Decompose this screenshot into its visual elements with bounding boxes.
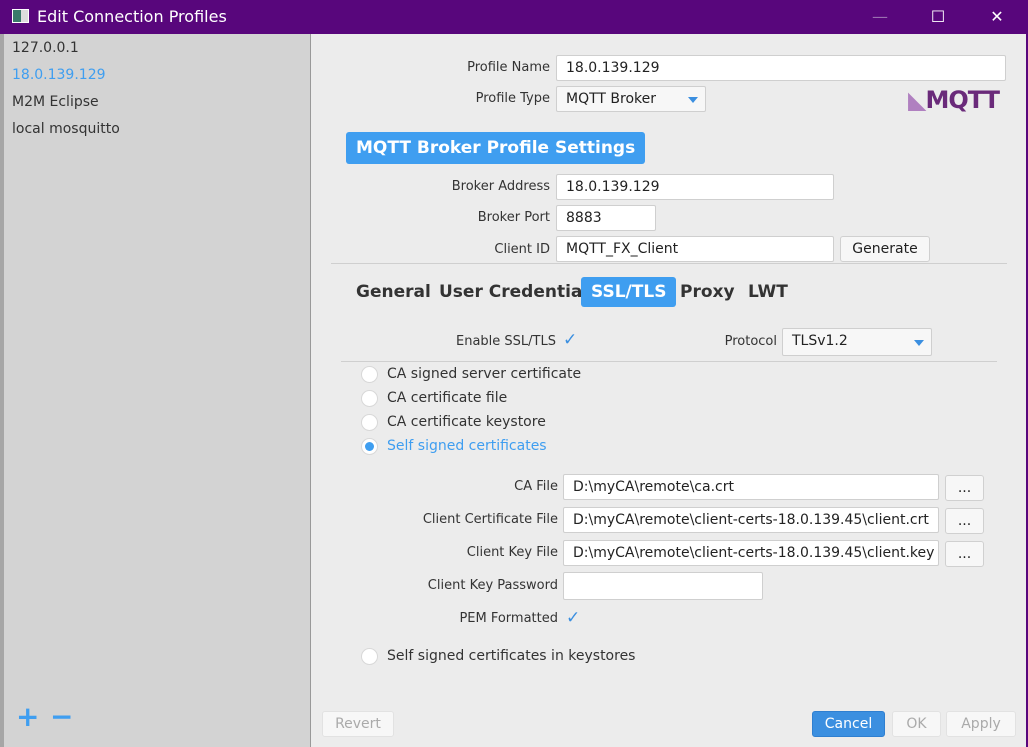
profile-type-label: Profile Type [475, 91, 550, 106]
self-signed-keystores-label[interactable]: Self signed certificates in keystores [387, 648, 635, 664]
enable-ssl-label: Enable SSL/TLS [456, 334, 556, 349]
client-cert-label: Client Certificate File [422, 512, 558, 527]
client-key-input[interactable]: D:\myCA\remote\client-certs-18.0.139.45\… [563, 540, 939, 566]
tab-ssl-tls[interactable]: SSL/TLS [581, 277, 677, 307]
protocol-value: TLSv1.2 [792, 333, 848, 349]
client-key-label: Client Key File [466, 545, 558, 560]
protocol-select[interactable]: TLSv1.2 [782, 328, 932, 356]
profile-item-selected[interactable]: 18.0.139.129 [12, 67, 106, 83]
profile-item[interactable]: M2M Eclipse [12, 94, 99, 110]
protocol-label: Protocol [724, 334, 777, 349]
ca-file-label: CA File [514, 479, 558, 494]
radio-self-signed-keystores[interactable] [361, 648, 378, 665]
ca-file-browse-button[interactable]: ... [945, 475, 984, 501]
mqtt-logo: ◣MQTT [908, 86, 1000, 114]
revert-button[interactable]: Revert [322, 711, 394, 737]
profile-item[interactable]: local mosquitto [12, 121, 120, 137]
client-key-browse-button[interactable]: ... [945, 541, 984, 567]
title-bar: Edit Connection Profiles — ☐ ✕ [0, 0, 1028, 34]
pem-formatted-label: PEM Formatted [459, 611, 558, 626]
close-button[interactable]: ✕ [977, 4, 1017, 30]
ca-file-option-label[interactable]: CA certificate file [387, 390, 507, 406]
broker-address-input[interactable]: 18.0.139.129 [556, 174, 834, 200]
profile-item[interactable]: 127.0.0.1 [12, 40, 79, 56]
tab-lwt[interactable]: LWT [738, 277, 798, 307]
radio-ca-file[interactable] [361, 390, 378, 407]
radio-self-signed[interactable] [361, 438, 378, 455]
tab-general[interactable]: General [346, 277, 441, 307]
cancel-button[interactable]: Cancel [812, 711, 885, 737]
maximize-button[interactable]: ☐ [918, 4, 958, 30]
add-profile-button[interactable]: + [16, 700, 39, 733]
chevron-down-icon [914, 340, 924, 346]
self-signed-label[interactable]: Self signed certificates [387, 438, 547, 454]
ca-keystore-label[interactable]: CA certificate keystore [387, 414, 546, 430]
app-icon [12, 9, 29, 23]
key-password-input[interactable] [563, 572, 763, 600]
client-id-input[interactable]: MQTT_FX_Client [556, 236, 834, 262]
profile-type-value: MQTT Broker [566, 91, 657, 107]
broker-address-label: Broker Address [451, 179, 550, 194]
profile-name-input[interactable]: 18.0.139.129 [556, 55, 1006, 81]
apply-button[interactable]: Apply [946, 711, 1016, 737]
generate-button[interactable]: Generate [840, 236, 930, 262]
window-title: Edit Connection Profiles [37, 7, 227, 26]
pem-formatted-checkbox[interactable]: ✓ [566, 608, 580, 628]
client-id-label: Client ID [494, 242, 550, 257]
minimize-button[interactable]: — [860, 4, 900, 30]
ca-signed-label[interactable]: CA signed server certificate [387, 366, 581, 382]
remove-profile-button[interactable]: − [50, 700, 73, 733]
enable-ssl-checkbox[interactable]: ✓ [563, 330, 577, 350]
broker-port-input[interactable]: 8883 [556, 205, 656, 231]
client-cert-browse-button[interactable]: ... [945, 508, 984, 534]
radio-ca-signed[interactable] [361, 366, 378, 383]
broker-settings-heading: MQTT Broker Profile Settings [346, 132, 646, 164]
tab-proxy[interactable]: Proxy [670, 277, 745, 307]
radio-ca-keystore[interactable] [361, 414, 378, 431]
profile-list: 127.0.0.1 18.0.139.129 M2M Eclipse local… [0, 34, 311, 747]
client-cert-input[interactable]: D:\myCA\remote\client-certs-18.0.139.45\… [563, 507, 939, 533]
ok-button[interactable]: OK [892, 711, 941, 737]
chevron-down-icon [688, 97, 698, 103]
profile-type-select[interactable]: MQTT Broker [556, 86, 706, 112]
profile-name-label: Profile Name [467, 60, 550, 75]
broker-port-label: Broker Port [477, 210, 550, 225]
key-password-label: Client Key Password [427, 578, 558, 593]
ca-file-input[interactable]: D:\myCA\remote\ca.crt [563, 474, 939, 500]
